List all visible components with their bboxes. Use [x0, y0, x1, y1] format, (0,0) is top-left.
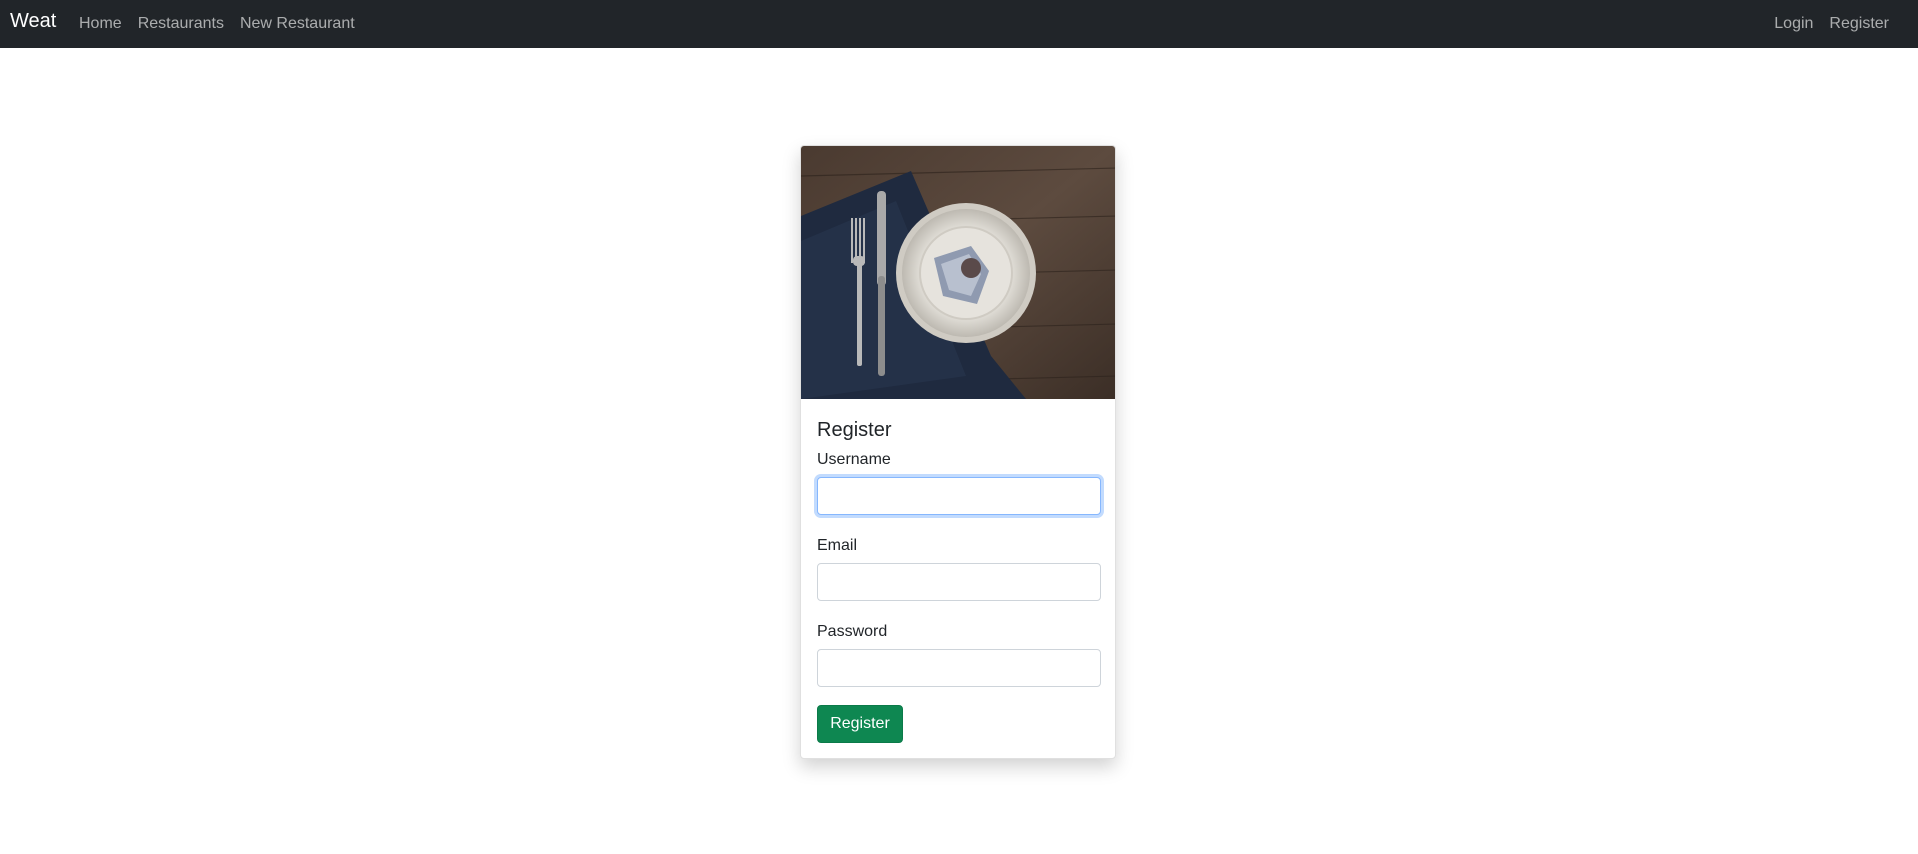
username-label: Username	[817, 451, 891, 468]
card-title: Register	[817, 419, 892, 441]
nav-link-new-restaurant[interactable]: New Restaurant	[232, 14, 363, 34]
register-submit-button[interactable]: Register	[817, 705, 903, 743]
nav-link-register[interactable]: Register	[1821, 14, 1897, 34]
top-navbar: Weat Home Restaurants New Restaurant Log…	[0, 0, 1918, 48]
email-field[interactable]	[817, 563, 1101, 601]
password-field[interactable]	[817, 649, 1101, 687]
register-card: Register Username Email Password Registe…	[800, 145, 1116, 759]
nav-link-restaurants[interactable]: Restaurants	[130, 14, 232, 34]
place-setting-image	[801, 146, 1115, 399]
brand-logo-link[interactable]: Weat	[10, 9, 56, 33]
nav-link-home[interactable]: Home	[71, 14, 130, 34]
username-field[interactable]	[817, 477, 1101, 515]
email-label: Email	[817, 537, 858, 554]
nav-link-login[interactable]: Login	[1766, 14, 1821, 34]
nav-left-links: Home Restaurants New Restaurant	[71, 0, 363, 48]
password-label: Password	[817, 623, 888, 640]
nav-right-links: Login Register	[1766, 0, 1897, 48]
